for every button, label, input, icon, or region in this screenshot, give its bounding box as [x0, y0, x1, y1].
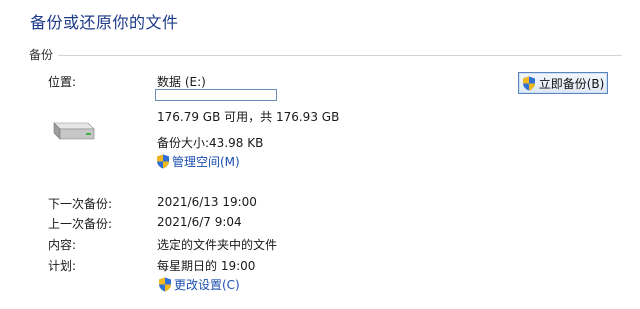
last-backup-label: 上一次备份:: [48, 217, 113, 231]
next-backup-label: 下一次备份:: [48, 197, 113, 211]
change-settings-link[interactable]: 更改设置(C): [158, 276, 240, 293]
storage-usage-bar: [155, 89, 277, 101]
section-divider: [58, 55, 622, 56]
uac-shield-icon: [158, 277, 172, 292]
manage-space-link[interactable]: 管理空间(M): [156, 153, 240, 170]
last-backup-value: 2021/6/7 9:04: [157, 215, 242, 229]
section-label-backup: 备份: [29, 48, 54, 62]
contents-label: 内容:: [48, 238, 77, 252]
uac-shield-icon: [522, 76, 536, 91]
contents-value: 选定的文件夹中的文件: [157, 238, 278, 252]
backup-now-label: 立即备份(B): [538, 76, 605, 91]
location-label: 位置:: [48, 75, 77, 89]
next-backup-value: 2021/6/13 19:00: [157, 195, 257, 209]
schedule-label: 计划:: [48, 259, 77, 273]
page-title: 备份或还原你的文件: [30, 13, 179, 32]
drive-icon: [50, 117, 96, 141]
backup-size-text: 备份大小:43.98 KB: [157, 136, 264, 150]
backup-now-button[interactable]: 立即备份(B): [518, 72, 608, 94]
drive-name: 数据 (E:): [157, 75, 206, 89]
manage-space-label: 管理空间(M): [172, 155, 240, 169]
uac-shield-icon: [156, 154, 170, 169]
schedule-value: 每星期日的 19:00: [157, 259, 256, 273]
free-space-text: 176.79 GB 可用，共 176.93 GB: [157, 110, 340, 124]
change-settings-label: 更改设置(C): [174, 278, 240, 292]
